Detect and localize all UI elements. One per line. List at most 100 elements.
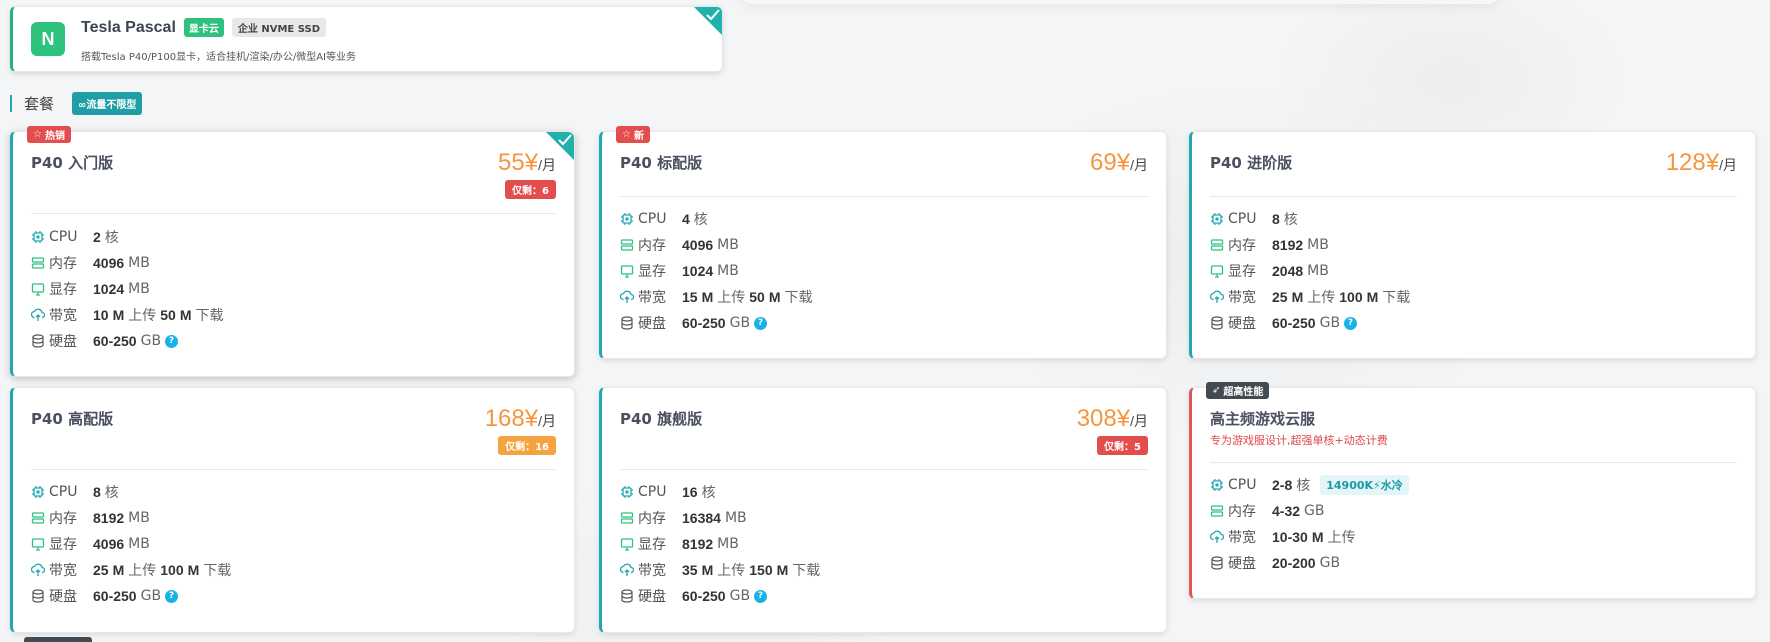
tag-nvme-ssd: 企业 NVME SSD	[231, 18, 326, 37]
plan-card-p40-advanced[interactable]: P40 进阶版 128¥/月 CPU 8 核 内存 8192 MB 显存 2048 MB 带…	[1189, 131, 1756, 359]
star-icon: ☆	[33, 129, 42, 140]
stock-badge: 仅剩：6	[505, 180, 556, 199]
spec-bandwidth: 带宽 35 M 上传 150 M 下载	[620, 557, 824, 583]
spec-list: CPU 2 核 内存 4096 MB 显存 1024 MB 带宽 10 M 上传 50 M 下载 硬盘 6…	[31, 224, 228, 354]
spec-cpu: CPU 8 核	[1210, 206, 1414, 232]
monitor-icon	[31, 537, 45, 551]
cpu-icon	[1210, 478, 1224, 492]
plan-price: 128¥/月	[1665, 149, 1737, 176]
spec-memory: 内存 8192 MB	[31, 505, 235, 531]
help-icon[interactable]: ?	[754, 316, 768, 330]
cpu-model-tag: 14900K⚡水冷	[1320, 475, 1409, 495]
plan-card-p40-flagship[interactable]: P40 旗舰版 308¥/月 仅剩：5 CPU 16 核 内存 16384 MB 显存 8…	[599, 387, 1167, 633]
help-icon[interactable]: ?	[165, 589, 179, 603]
memory-icon	[31, 511, 45, 525]
plan-name: P40 标配版	[620, 154, 703, 172]
spec-bandwidth: 带宽 10 M 上传 50 M 下载	[31, 302, 228, 328]
selected-check-icon	[694, 7, 722, 35]
product-logo: N	[31, 22, 65, 56]
product-title-row: Tesla Pascal 显卡云 企业 NVME SSD	[81, 18, 326, 37]
spec-memory: 内存 8192 MB	[1210, 232, 1414, 258]
badge-high-performance: ➶ 超高性能	[1206, 382, 1270, 399]
cpu-icon	[31, 230, 45, 244]
spec-disk: 硬盘 60-250 GB?	[1210, 310, 1414, 336]
spec-memory: 内存 4-32 GB	[1210, 498, 1409, 524]
spec-bandwidth: 带宽 15 M 上传 50 M 下载	[620, 284, 817, 310]
cloud-upload-icon	[620, 290, 634, 304]
spec-cpu: CPU 4 核	[620, 206, 817, 232]
spec-list: CPU 8 核 内存 8192 MB 显存 2048 MB 带宽 25 M 上传 100 M 下载 硬盘…	[1210, 206, 1414, 336]
memory-icon	[1210, 504, 1224, 518]
cloud-upload-icon	[31, 308, 45, 322]
divider	[1210, 462, 1737, 463]
memory-icon	[1210, 238, 1224, 252]
spec-bandwidth: 带宽 25 M 上传 100 M 下载	[1210, 284, 1414, 310]
product-card-tesla-pascal[interactable]: N Tesla Pascal 显卡云 企业 NVME SSD 搭载Tesla P…	[10, 6, 723, 72]
rocket-icon: ➶	[1212, 385, 1221, 396]
cloud-upload-icon	[31, 563, 45, 577]
spec-vram: 显存 8192 MB	[620, 531, 824, 557]
spec-bandwidth: 带宽 10-30 M 上传	[1210, 524, 1409, 550]
database-icon	[620, 589, 634, 603]
spec-list: CPU 2-8 核 14900K⚡水冷 内存 4-32 GB 带宽 10-30 M 上传 硬盘 2…	[1210, 472, 1409, 576]
section-bar	[10, 95, 12, 112]
cpu-icon	[620, 485, 634, 499]
plan-name: P40 高配版	[31, 410, 114, 428]
spec-bandwidth: 带宽 25 M 上传 100 M 下载	[31, 557, 235, 583]
plan-price: 168¥/月	[484, 405, 556, 432]
plan-card-game-server[interactable]: ➶ 超高性能 高主频游戏云服 专为游戏服设计,超强单核+动态计费 CPU 2-8 核 1…	[1189, 382, 1756, 599]
spec-list: CPU 8 核 内存 8192 MB 显存 4096 MB 带宽 25 M 上传 100 M 下载 硬盘…	[31, 479, 235, 609]
spec-disk: 硬盘 60-250 GB?	[31, 328, 228, 354]
help-icon[interactable]: ?	[1344, 316, 1358, 330]
spec-vram: 显存 1024 MB	[31, 276, 228, 302]
divider	[620, 469, 1148, 470]
spec-vram: 显存 4096 MB	[31, 531, 235, 557]
monitor-icon	[620, 537, 634, 551]
spec-list: CPU 4 核 内存 4096 MB 显存 1024 MB 带宽 15 M 上传 50 M 下载 硬盘 6…	[620, 206, 817, 336]
help-icon[interactable]: ?	[754, 589, 768, 603]
tag-gpu-cloud: 显卡云	[183, 18, 224, 37]
plan-card-p40-basic[interactable]: ☆ 热销 P40 入门版 55¥/月 仅剩：6 CPU 2 核 内存 4096 MB 显存…	[10, 126, 575, 377]
plan-name: P40 进阶版	[1210, 154, 1293, 172]
help-icon[interactable]: ?	[165, 334, 179, 348]
star-icon: ☆	[622, 129, 631, 140]
divider	[31, 213, 556, 214]
spec-list: CPU 16 核 内存 16384 MB 显存 8192 MB 带宽 35 M 上传 150 M 下载 …	[620, 479, 824, 609]
spec-cpu: CPU 2 核	[31, 224, 228, 250]
plan-card-p40-standard[interactable]: ☆ 新 P40 标配版 69¥/月 CPU 4 核 内存 4096 MB 显存 1024 MB…	[599, 126, 1167, 359]
plan-card-p40-high[interactable]: P40 高配版 168¥/月 仅剩：16 CPU 8 核 内存 8192 MB 显存 40…	[10, 387, 575, 633]
database-icon	[1210, 316, 1224, 330]
badge-new: ☆ 新	[616, 126, 650, 143]
spec-cpu: CPU 8 核	[31, 479, 235, 505]
product-title: Tesla Pascal	[81, 18, 176, 36]
divider	[620, 196, 1148, 197]
spec-cpu: CPU 16 核	[620, 479, 824, 505]
memory-icon	[620, 238, 634, 252]
spec-disk: 硬盘 60-250 GB?	[620, 583, 824, 609]
next-badge-peek	[24, 637, 92, 642]
spec-memory: 内存 16384 MB	[620, 505, 824, 531]
cloud-upload-icon	[620, 563, 634, 577]
spec-vram: 显存 2048 MB	[1210, 258, 1414, 284]
top-bar-edge	[740, 0, 1500, 4]
spec-vram: 显存 1024 MB	[620, 258, 817, 284]
plan-price: 55¥/月	[498, 149, 556, 176]
cloud-upload-icon	[1210, 530, 1224, 544]
unlimited-traffic-tag[interactable]: ∞流量不限型	[72, 92, 143, 115]
database-icon	[31, 589, 45, 603]
section-title: 套餐	[24, 95, 55, 113]
cpu-icon	[31, 485, 45, 499]
stock-badge: 仅剩：16	[498, 436, 556, 455]
spec-disk: 硬盘 20-200 GB	[1210, 550, 1409, 576]
plan-price: 308¥/月	[1076, 405, 1148, 432]
memory-icon	[31, 256, 45, 270]
plan-name: 高主频游戏云服	[1210, 410, 1316, 428]
monitor-icon	[620, 264, 634, 278]
spec-disk: 硬盘 60-250 GB?	[620, 310, 817, 336]
section-header-plans: 套餐 ∞流量不限型	[10, 92, 143, 115]
product-description: 搭载Tesla P40/P100显卡，适合挂机/渲染/办公/微型AI等业务	[81, 52, 356, 63]
plan-name: P40 旗舰版	[620, 410, 703, 428]
badge-hot: ☆ 热销	[27, 126, 71, 143]
monitor-icon	[31, 282, 45, 296]
memory-icon	[620, 511, 634, 525]
